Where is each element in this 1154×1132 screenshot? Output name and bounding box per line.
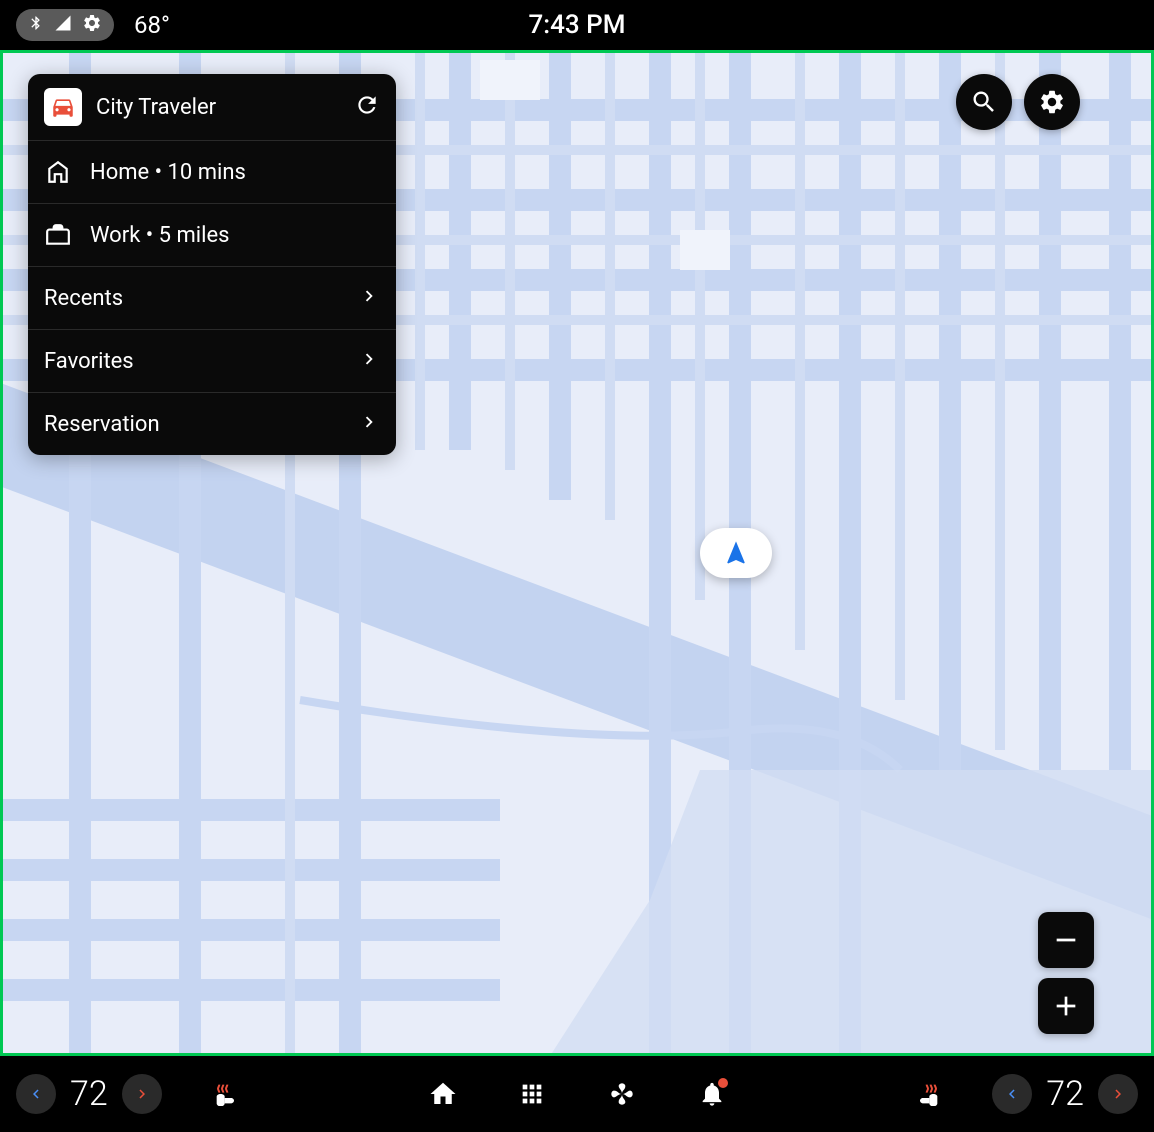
left-seat-heat-button[interactable] <box>210 1078 242 1110</box>
right-climate-group: 72 <box>912 1074 1138 1114</box>
nav-item-work[interactable]: Work • 5 miles <box>28 204 396 267</box>
apps-nav-button[interactable] <box>518 1080 546 1108</box>
zoom-in-button[interactable] <box>1038 978 1094 1034</box>
chevron-right-icon <box>358 285 380 311</box>
signal-icon <box>54 14 72 36</box>
notifications-nav-button[interactable] <box>698 1080 726 1108</box>
notification-dot <box>718 1078 728 1088</box>
left-temp-up-button[interactable] <box>122 1074 162 1114</box>
map-view[interactable]: City Traveler Home • 10 mins Work • 5 mi… <box>0 50 1154 1056</box>
left-climate-group: 72 <box>16 1074 242 1114</box>
center-nav-group <box>428 1078 726 1110</box>
home-icon <box>44 159 72 185</box>
nav-item-home[interactable]: Home • 10 mins <box>28 141 396 204</box>
settings-status-icon <box>82 13 102 37</box>
nav-item-reservation[interactable]: Reservation <box>28 393 396 455</box>
briefcase-icon <box>44 222 72 248</box>
nav-item-recents[interactable]: Recents <box>28 267 396 330</box>
map-top-controls <box>956 74 1080 130</box>
status-pill[interactable] <box>16 9 114 41</box>
search-button[interactable] <box>956 74 1012 130</box>
navigation-panel: City Traveler Home • 10 mins Work • 5 mi… <box>28 74 396 455</box>
nav-item-home-label: Home • 10 mins <box>90 160 380 185</box>
nav-item-work-label: Work • 5 miles <box>90 223 380 248</box>
nav-item-reservation-label: Reservation <box>44 412 340 437</box>
right-seat-heat-button[interactable] <box>912 1078 944 1110</box>
nav-item-favorites-label: Favorites <box>44 349 340 374</box>
nav-item-recents-label: Recents <box>44 286 340 311</box>
chevron-right-icon <box>358 348 380 374</box>
home-nav-button[interactable] <box>428 1079 458 1109</box>
fan-nav-button[interactable] <box>606 1078 638 1110</box>
right-temperature: 72 <box>1046 1074 1084 1114</box>
right-temp-up-button[interactable] <box>1098 1074 1138 1114</box>
status-bar: 68° 7:43 PM <box>0 0 1154 50</box>
refresh-button[interactable] <box>354 92 380 122</box>
left-temperature: 72 <box>70 1074 108 1114</box>
nav-item-favorites[interactable]: Favorites <box>28 330 396 393</box>
current-location-marker[interactable] <box>700 528 772 578</box>
bluetooth-icon <box>28 13 44 37</box>
settings-button[interactable] <box>1024 74 1080 130</box>
app-icon <box>44 88 82 126</box>
left-temp-down-button[interactable] <box>16 1074 56 1114</box>
panel-header: City Traveler <box>28 74 396 141</box>
status-temperature: 68° <box>134 11 170 39</box>
bottom-nav-bar: 72 72 <box>0 1056 1154 1132</box>
zoom-controls <box>1038 912 1094 1034</box>
app-title: City Traveler <box>96 95 340 120</box>
status-left-group: 68° <box>16 9 170 41</box>
status-time: 7:43 PM <box>529 10 626 40</box>
right-temp-down-button[interactable] <box>992 1074 1032 1114</box>
zoom-out-button[interactable] <box>1038 912 1094 968</box>
chevron-right-icon <box>358 411 380 437</box>
